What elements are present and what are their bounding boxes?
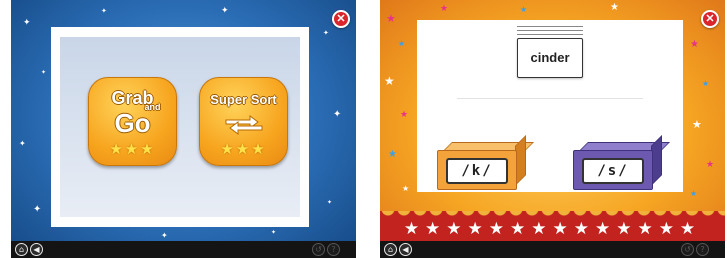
grab-and-go-game-tile[interactable]: Grab and Go ★★★ xyxy=(88,77,177,166)
sound-button[interactable]: ◀ xyxy=(399,243,412,256)
confetti-star-icon: ★ xyxy=(706,159,715,169)
help-icon: ? xyxy=(700,245,705,254)
close-icon: ✕ xyxy=(336,13,346,25)
speaker-icon: ◀ xyxy=(33,245,40,254)
confetti-star-icon: ★ xyxy=(386,13,396,25)
word-card[interactable]: cinder xyxy=(517,38,583,78)
sparkle-star-icon: ✦ xyxy=(161,231,168,240)
sound-button[interactable]: ◀ xyxy=(30,243,43,256)
sparkle-star-icon: ✦ xyxy=(333,109,342,120)
help-button[interactable]: ? xyxy=(696,243,709,256)
bottom-toolbar: ⌂ ◀ ↺ ? xyxy=(11,241,356,258)
sound-box-s[interactable]: /s/ xyxy=(573,135,670,190)
game-menu-screen: ✦ ✦ ✦ ✦ ✦ ✦ ✦ ✦ ✦ ✦ ✦ ✕ Grab and Go ★★★ … xyxy=(11,0,356,258)
home-button[interactable]: ⌂ xyxy=(15,243,28,256)
divider xyxy=(457,98,643,99)
confetti-star-icon: ★ xyxy=(400,109,409,119)
sparkle-star-icon: ✦ xyxy=(323,30,329,37)
sparkle-star-icon: ✦ xyxy=(327,200,333,206)
confetti-star-icon: ★ xyxy=(610,2,619,13)
bottom-toolbar: ⌂ ◀ ↺ ? xyxy=(380,241,725,258)
super-sort-game-tile[interactable]: Super Sort ★★★ xyxy=(199,77,288,166)
stage-curtain: ★★★★★★★★★★★★★★ xyxy=(380,211,725,241)
card-stack-edge xyxy=(517,26,583,27)
rating-stars: ★★★ xyxy=(109,141,156,158)
undo-icon: ↺ xyxy=(315,245,322,254)
home-icon: ⌂ xyxy=(387,245,394,254)
sparkle-star-icon: ✦ xyxy=(41,70,47,76)
word-card-stack: cinder xyxy=(517,24,583,78)
confetti-star-icon: ★ xyxy=(520,5,528,14)
confetti-star-icon: ★ xyxy=(692,119,702,131)
confetti-star-icon: ★ xyxy=(402,184,410,193)
tile-title-line3: Go xyxy=(114,108,151,138)
undo-button[interactable]: ↺ xyxy=(312,243,325,256)
confetti-star-icon: ★ xyxy=(440,3,449,13)
word-card-text: cinder xyxy=(530,50,570,65)
menu-frame: Grab and Go ★★★ Super Sort ★★★ xyxy=(51,27,309,227)
close-button[interactable]: ✕ xyxy=(701,10,719,28)
undo-icon: ↺ xyxy=(684,245,691,254)
sound-box-label: /s/ xyxy=(582,158,644,184)
sparkle-star-icon: ✦ xyxy=(271,230,277,236)
sparkle-star-icon: ✦ xyxy=(101,8,107,15)
card-stack-edge xyxy=(517,34,583,35)
tile-title: Super Sort xyxy=(210,92,277,107)
confetti-star-icon: ★ xyxy=(702,79,710,88)
sort-arrows-icon xyxy=(225,115,263,135)
card-stack-edge xyxy=(517,30,583,31)
home-icon: ⌂ xyxy=(18,245,25,254)
curtain-stars-icon: ★★★★★★★★★★★★★★ xyxy=(403,219,702,238)
speaker-icon: ◀ xyxy=(402,245,409,254)
sparkle-star-icon: ✦ xyxy=(33,204,42,215)
home-button[interactable]: ⌂ xyxy=(384,243,397,256)
close-icon: ✕ xyxy=(705,13,715,25)
super-sort-screen: ★ ★ ★ ★ ★ ★ ★ ★ ★ ★ ★ ★ ★ ★ ✕ cinder /k/… xyxy=(380,0,725,258)
help-button[interactable]: ? xyxy=(327,243,340,256)
confetti-star-icon: ★ xyxy=(398,39,406,48)
sparkle-star-icon: ✦ xyxy=(19,139,26,148)
sparkle-star-icon: ✦ xyxy=(23,17,31,27)
confetti-star-icon: ★ xyxy=(384,74,395,88)
sound-box-k[interactable]: /k/ xyxy=(437,135,534,190)
curtain-trim xyxy=(380,211,725,218)
undo-button[interactable]: ↺ xyxy=(681,243,694,256)
confetti-star-icon: ★ xyxy=(388,149,397,160)
sound-box-label: /k/ xyxy=(446,158,508,184)
close-button[interactable]: ✕ xyxy=(332,10,350,28)
sparkle-star-icon: ✦ xyxy=(221,5,229,15)
menu-background: Grab and Go ★★★ Super Sort ★★★ xyxy=(60,37,300,217)
confetti-star-icon: ★ xyxy=(690,39,699,50)
help-icon: ? xyxy=(331,245,336,254)
rating-stars: ★★★ xyxy=(220,141,267,158)
confetti-star-icon: ★ xyxy=(690,189,698,198)
